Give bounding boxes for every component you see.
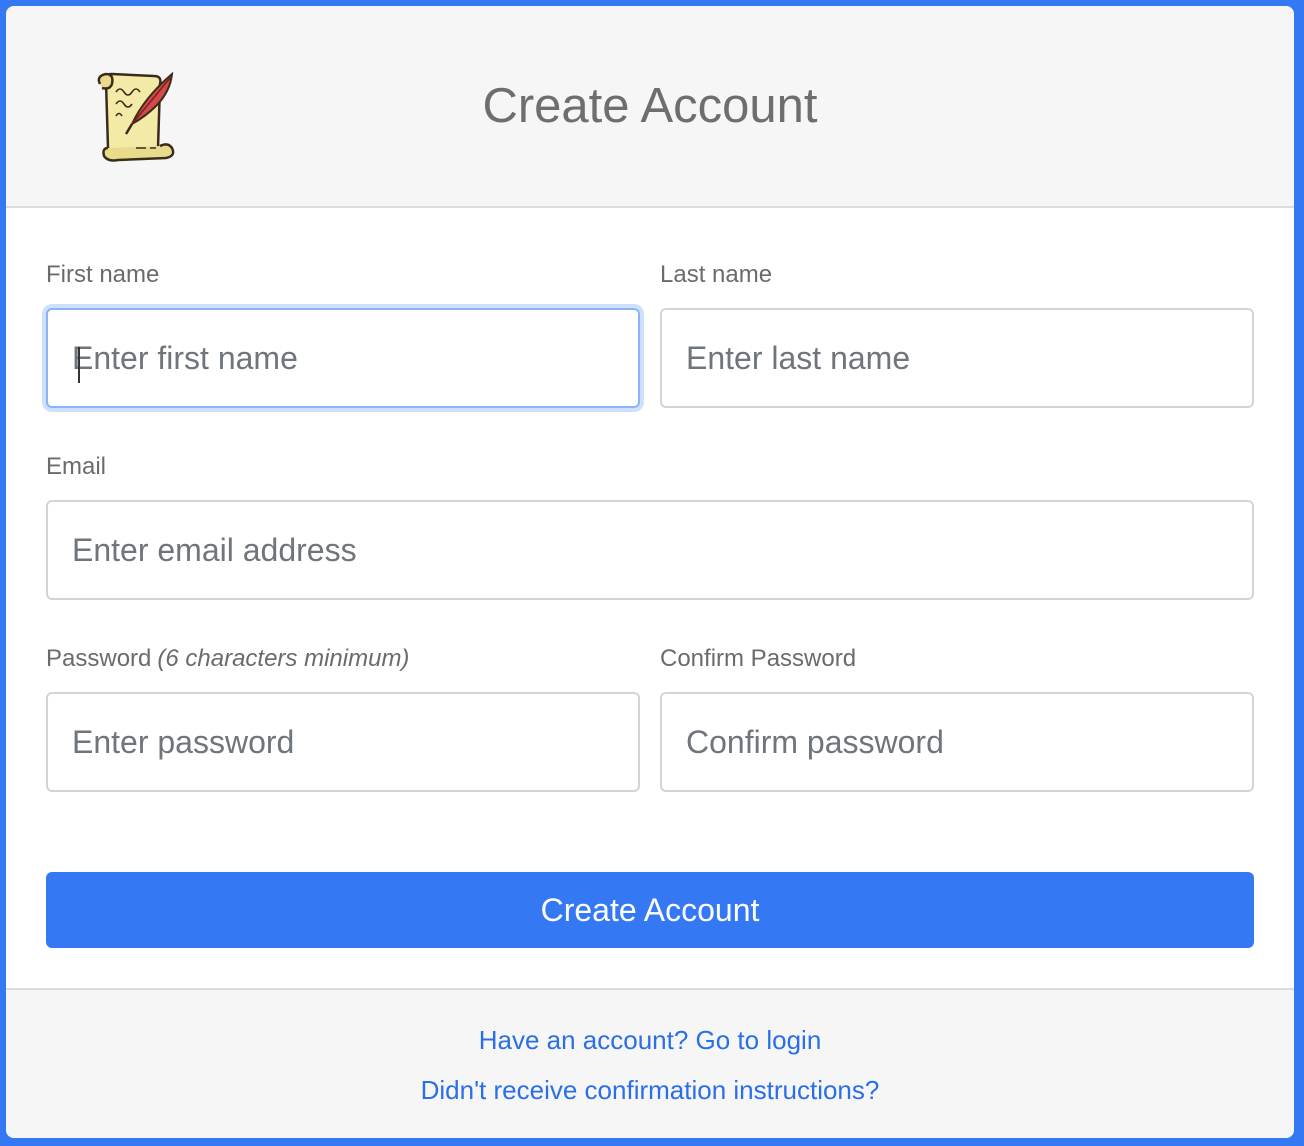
password-label-text: Password <box>46 645 152 672</box>
email-label: Email <box>46 453 107 480</box>
last-name-label: Last name <box>660 261 773 288</box>
login-link[interactable]: Have an account? Go to login <box>6 1024 1294 1056</box>
password-hint: (6 characters minimum) <box>157 645 410 672</box>
email-field[interactable] <box>46 500 1254 600</box>
password-label: Password (6 characters minimum) <box>46 644 409 674</box>
confirmation-instructions-link[interactable]: Didn't receive confirmation instructions… <box>6 1074 1294 1106</box>
last-name-field[interactable] <box>660 308 1254 408</box>
page-title: Create Account <box>482 79 818 133</box>
create-account-button[interactable]: Create Account <box>46 872 1254 948</box>
password-field[interactable] <box>46 692 640 792</box>
confirm-password-label: Confirm Password <box>660 645 857 672</box>
confirm-password-field[interactable] <box>660 692 1254 792</box>
first-name-field[interactable] <box>46 308 640 408</box>
signup-card: Create Account First name Last name Emai… <box>6 6 1294 1138</box>
first-name-label: First name <box>46 261 160 288</box>
card-header: Create Account <box>6 6 1294 208</box>
card-footer: Have an account? Go to login Didn't rece… <box>6 988 1294 1138</box>
text-caret <box>78 347 80 383</box>
